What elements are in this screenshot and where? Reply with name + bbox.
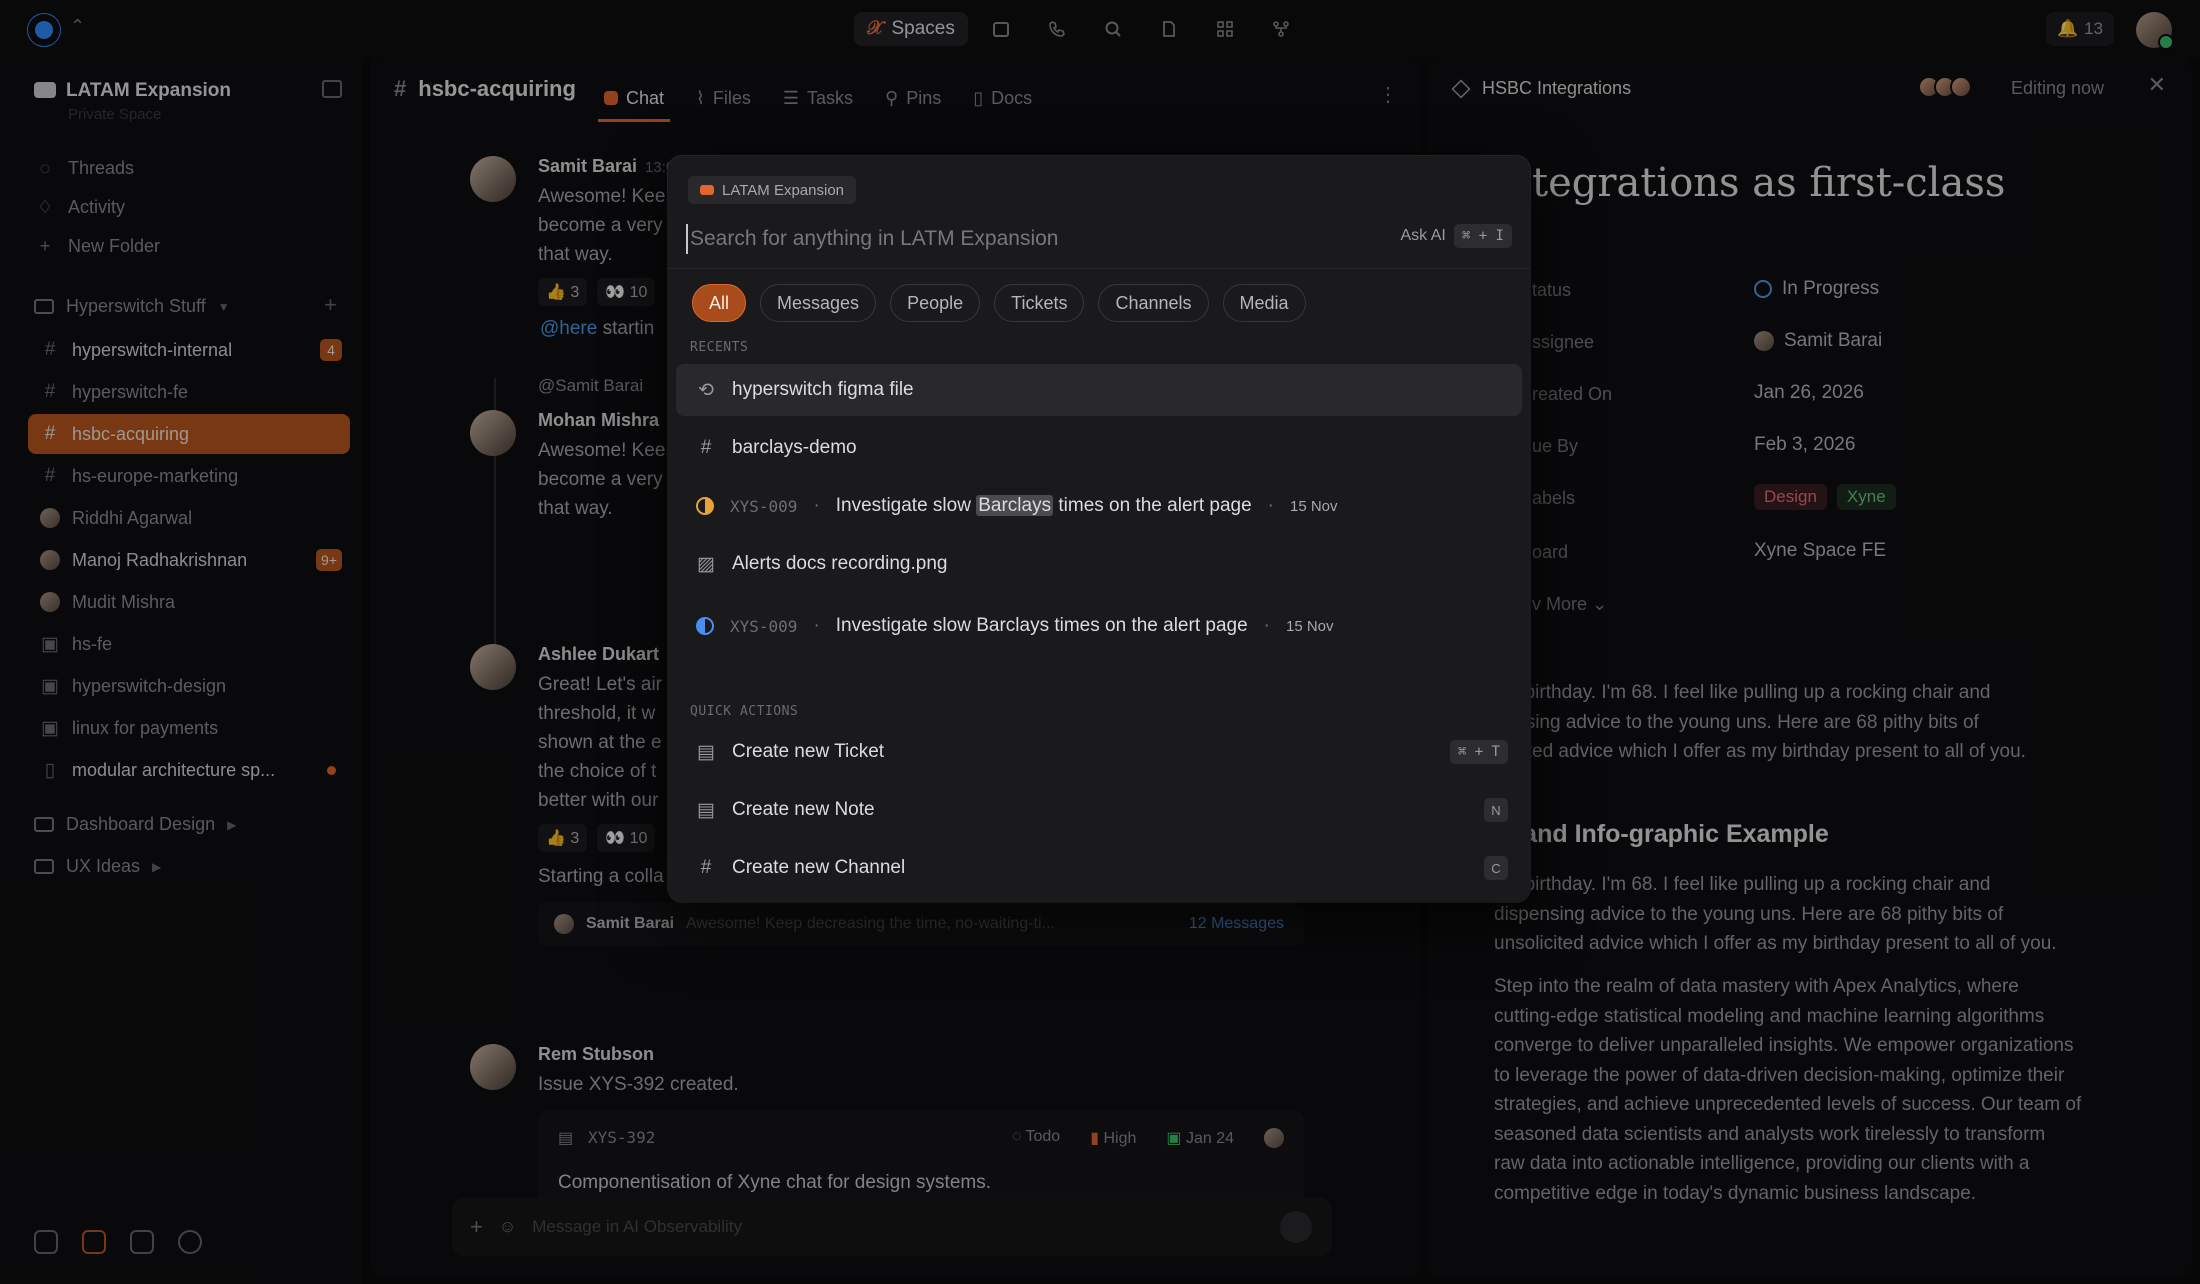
filter-all[interactable]: All xyxy=(692,284,747,322)
action-label: Create new Ticket xyxy=(732,741,885,762)
separator: · xyxy=(813,615,820,636)
spaces-icon xyxy=(700,185,714,195)
section-label: RECENTS xyxy=(690,340,749,355)
recent-item-label: Alerts docs recording.png xyxy=(732,553,948,574)
recent-item-label: hyperswitch figma file xyxy=(732,379,914,400)
scope-label: LATAM Expansion xyxy=(722,181,844,199)
separator: · xyxy=(1267,495,1274,516)
recent-item[interactable]: ▨ Alerts docs recording.png xyxy=(676,538,1522,590)
recent-item-label: Investigate slow Barclays times on the a… xyxy=(836,495,1252,517)
action-create-ticket[interactable]: ▤ Create new Ticket ⌘ + T xyxy=(676,726,1522,778)
hash-icon: # xyxy=(700,857,712,878)
action-create-channel[interactable]: # Create new Channel C xyxy=(676,842,1522,894)
shortcut-hint: ⌘ + I xyxy=(1453,224,1512,248)
action-label: Create new Note xyxy=(732,799,875,820)
note-icon: ▤ xyxy=(697,799,715,821)
filter-messages[interactable]: Messages xyxy=(760,284,877,322)
separator: · xyxy=(1263,615,1270,636)
in-progress-icon xyxy=(696,497,714,515)
filter-channels[interactable]: Channels xyxy=(1098,284,1209,322)
search-input[interactable] xyxy=(686,224,1306,254)
recent-item-label: barclays-demo xyxy=(732,437,857,458)
recent-item[interactable]: ⟲ hyperswitch figma file xyxy=(676,364,1522,416)
in-progress-icon xyxy=(696,617,714,635)
separator: · xyxy=(813,495,820,516)
ticket-id: XYS-009 xyxy=(730,496,798,516)
ask-ai-label: Ask AI xyxy=(1400,227,1446,244)
item-date: 15 Nov xyxy=(1290,497,1338,515)
divider xyxy=(668,268,1530,269)
search-highlight: Barclays xyxy=(976,495,1054,516)
recent-item-label: Investigate slow Barclays times on the a… xyxy=(835,615,1248,636)
search-filters: All Messages People Tickets Channels Med… xyxy=(692,284,1306,322)
action-label: Create new Channel xyxy=(732,857,906,878)
filter-tickets[interactable]: Tickets xyxy=(994,284,1085,322)
search-scope-chip[interactable]: LATAM Expansion xyxy=(688,176,856,204)
text-segment: Investigate slow xyxy=(835,495,977,516)
shortcut-hint: ⌘ + T xyxy=(1449,740,1508,764)
ticket-icon: ▤ xyxy=(697,741,715,763)
shortcut-hint: N xyxy=(1484,798,1508,822)
recent-item[interactable]: XYS-009 · Investigate slow Barclays times … xyxy=(676,480,1522,532)
history-icon: ⟲ xyxy=(698,379,714,401)
recent-item[interactable]: XYS-009 · Investigate slow Barclays times … xyxy=(676,600,1522,652)
action-create-note[interactable]: ▤ Create new Note N xyxy=(676,784,1522,836)
ticket-id: XYS-009 xyxy=(730,616,798,636)
image-icon: ▨ xyxy=(697,553,715,575)
shortcut-hint: C xyxy=(1484,856,1508,880)
section-label: QUICK ACTIONS xyxy=(690,704,799,719)
hash-icon: # xyxy=(700,437,712,458)
filter-media[interactable]: Media xyxy=(1222,284,1306,322)
filter-people[interactable]: People xyxy=(890,284,981,322)
item-date: 15 Nov xyxy=(1285,617,1334,635)
recent-item[interactable]: # barclays-demo xyxy=(676,422,1522,474)
search-palette: LATAM Expansion Ask AI ⌘ + I All Messages… xyxy=(668,156,1530,902)
text-segment: times on the alert page xyxy=(1053,495,1252,516)
ask-ai-button[interactable]: Ask AI ⌘ + I xyxy=(1400,224,1512,248)
